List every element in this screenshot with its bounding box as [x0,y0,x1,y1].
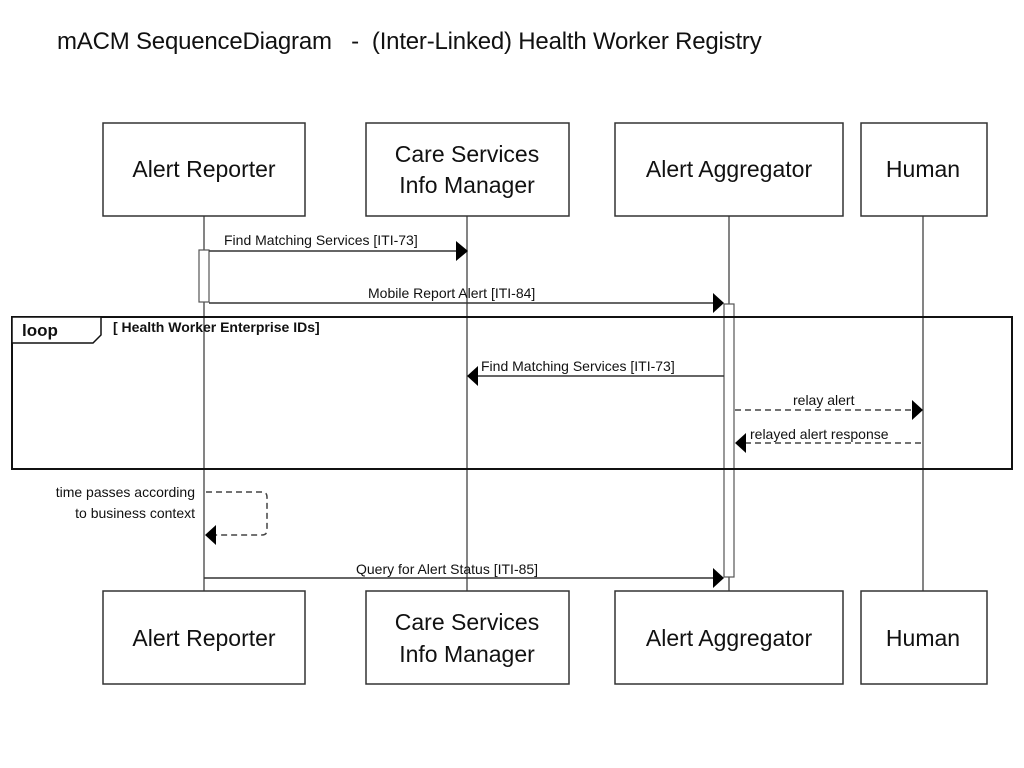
arrowhead-icon [467,366,478,386]
svg-text:relayed alert response: relayed alert response [750,426,889,442]
self-message-time-passes: time passes according to business contex… [56,484,268,545]
svg-text:Alert Aggregator: Alert Aggregator [646,625,813,651]
arrowhead-icon [205,525,216,545]
loop-operator: loop [22,321,58,340]
participant-top-alert-aggregator: Alert Aggregator [614,122,844,217]
loop-guard: [ Health Worker Enterprise IDs] [113,319,320,335]
svg-text:Alert Aggregator: Alert Aggregator [646,156,813,182]
participant-top-alert-reporter: Alert Reporter [102,122,306,217]
svg-text:relay alert: relay alert [793,392,855,408]
participant-top-human: Human [860,122,988,217]
participant-bottom-alert-aggregator: Alert Aggregator [614,590,844,685]
svg-text:Human: Human [886,156,960,182]
svg-text:Mobile Report Alert [ITI-84]: Mobile Report Alert [ITI-84] [368,285,535,301]
arrowhead-icon [713,568,724,588]
svg-text:Info Manager: Info Manager [399,172,535,198]
participant-bottom-human: Human [860,590,988,685]
svg-text:Query for Alert Status [ITI-85: Query for Alert Status [ITI-85] [356,561,538,577]
message-query-alert-status: Query for Alert Status [ITI-85] [204,561,724,588]
svg-text:Find Matching Services [ITI-73: Find Matching Services [ITI-73] [481,358,675,374]
arrowhead-icon [713,293,724,313]
message-relayed-alert-response: relayed alert response [735,426,923,453]
activation-alert-reporter [198,249,210,303]
participant-bottom-care-services-info-manager: Care Services Info Manager [365,590,570,685]
message-find-matching-services-1: Find Matching Services [ITI-73] [209,232,468,261]
message-find-matching-services-2: Find Matching Services [ITI-73] [467,358,724,386]
participant-top-care-services-info-manager: Care Services Info Manager [365,122,570,217]
arrowhead-icon [912,400,923,420]
svg-text:Alert Reporter: Alert Reporter [132,625,276,651]
svg-text:Info Manager: Info Manager [399,641,535,667]
svg-text:to business context: to business context [75,505,195,521]
arrowhead-icon [456,241,468,261]
svg-text:time passes according: time passes according [56,484,195,500]
svg-text:Care Services: Care Services [395,141,539,167]
sequence-diagram: loop [ Health Worker Enterprise IDs] Fin… [11,122,1013,685]
svg-text:Care Services: Care Services [395,609,539,635]
loop-frame: loop [ Health Worker Enterprise IDs] [11,316,1013,470]
svg-text:Alert Reporter: Alert Reporter [132,156,276,182]
activation-alert-aggregator [723,303,735,578]
arrowhead-icon [735,433,746,453]
message-relay-alert: relay alert [735,392,923,420]
svg-text:Human: Human [886,625,960,651]
svg-text:Find Matching Services [ITI-73: Find Matching Services [ITI-73] [224,232,418,248]
participant-bottom-alert-reporter: Alert Reporter [102,590,306,685]
